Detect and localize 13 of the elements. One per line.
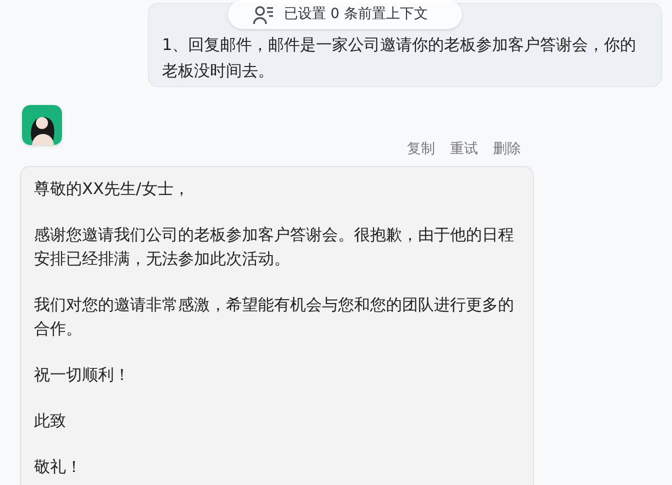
reply-paragraph: 祝一切顺利！ (34, 364, 131, 386)
context-pill-label: 已设置 0 条前置上下文 (284, 5, 428, 24)
action-link[interactable]: 复制 (407, 139, 435, 160)
context-pill[interactable]: 已设置 0 条前置上下文 (228, 0, 462, 29)
reply-paragraph: 敬礼！ (34, 456, 83, 478)
user-list-icon (252, 4, 274, 26)
reply-paragraph: 此致 (34, 410, 67, 432)
reply-paragraph: 尊敬的XX先生/女士， (34, 178, 190, 200)
avatar (22, 105, 62, 145)
action-link[interactable]: 删除 (493, 139, 521, 160)
action-link[interactable]: 重试 (450, 139, 478, 160)
reply-paragraph: 我们对您的邀请非常感激，希望能有机会与您和您的团队进行更多的合作。 (34, 294, 515, 340)
reply-paragraph: 感谢您邀请我们公司的老板参加客户答谢会。很抱歉，由于他的日程安排已经排满，无法参加此次活动。 (34, 224, 515, 270)
